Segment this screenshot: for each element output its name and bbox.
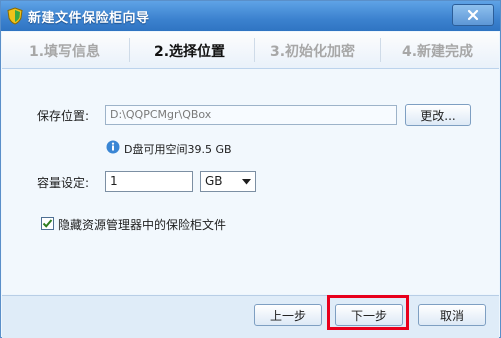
change-location-button[interactable]: 更改...	[405, 104, 471, 126]
step-divider	[380, 38, 381, 62]
capacity-unit-select[interactable]: GB	[200, 171, 256, 192]
previous-button[interactable]: 上一步	[254, 304, 322, 326]
window-title: 新建文件保险柜向导	[28, 11, 150, 26]
step-fill-info: 1.填写信息	[29, 44, 101, 60]
step-divider	[129, 38, 130, 62]
chevron-down-icon	[242, 179, 251, 185]
cancel-button[interactable]: 取消	[418, 304, 486, 326]
content-panel: 保存位置: D:\QQPCMgr\QBox 更改... D盘可用空间39.5 G…	[2, 69, 499, 294]
footer-bar: 上一步 下一步 取消	[2, 295, 499, 338]
step-complete: 4.新建完成	[402, 44, 474, 60]
shield-app-icon	[7, 7, 23, 25]
hide-vault-checkbox[interactable]	[41, 217, 54, 230]
close-icon	[467, 9, 479, 21]
save-location-label: 保存位置:	[37, 109, 90, 123]
step-divider	[254, 38, 255, 62]
step-choose-location: 2.选择位置	[154, 44, 226, 60]
checkmark-icon	[42, 219, 53, 228]
close-button[interactable]	[452, 4, 494, 26]
title-bar[interactable]: 新建文件保险柜向导	[1, 1, 500, 31]
step-init-encryption: 3.初始化加密	[270, 44, 356, 60]
free-space-text: D盘可用空间39.5 GB	[124, 143, 232, 156]
wizard-window: 新建文件保险柜向导 1.填写信息 2.选择位置 3.初始化加密 4.新建完成 保…	[0, 0, 501, 338]
wizard-steps: 1.填写信息 2.选择位置 3.初始化加密 4.新建完成	[2, 32, 499, 69]
hide-vault-label[interactable]: 隐藏资源管理器中的保险柜文件	[58, 216, 226, 233]
capacity-input[interactable]: 1	[105, 171, 193, 192]
next-button-highlight	[327, 295, 409, 330]
capacity-label: 容量设定:	[37, 176, 90, 190]
info-icon	[106, 140, 120, 154]
capacity-unit-value: GB	[205, 174, 223, 188]
save-location-field[interactable]: D:\QQPCMgr\QBox	[105, 105, 397, 125]
